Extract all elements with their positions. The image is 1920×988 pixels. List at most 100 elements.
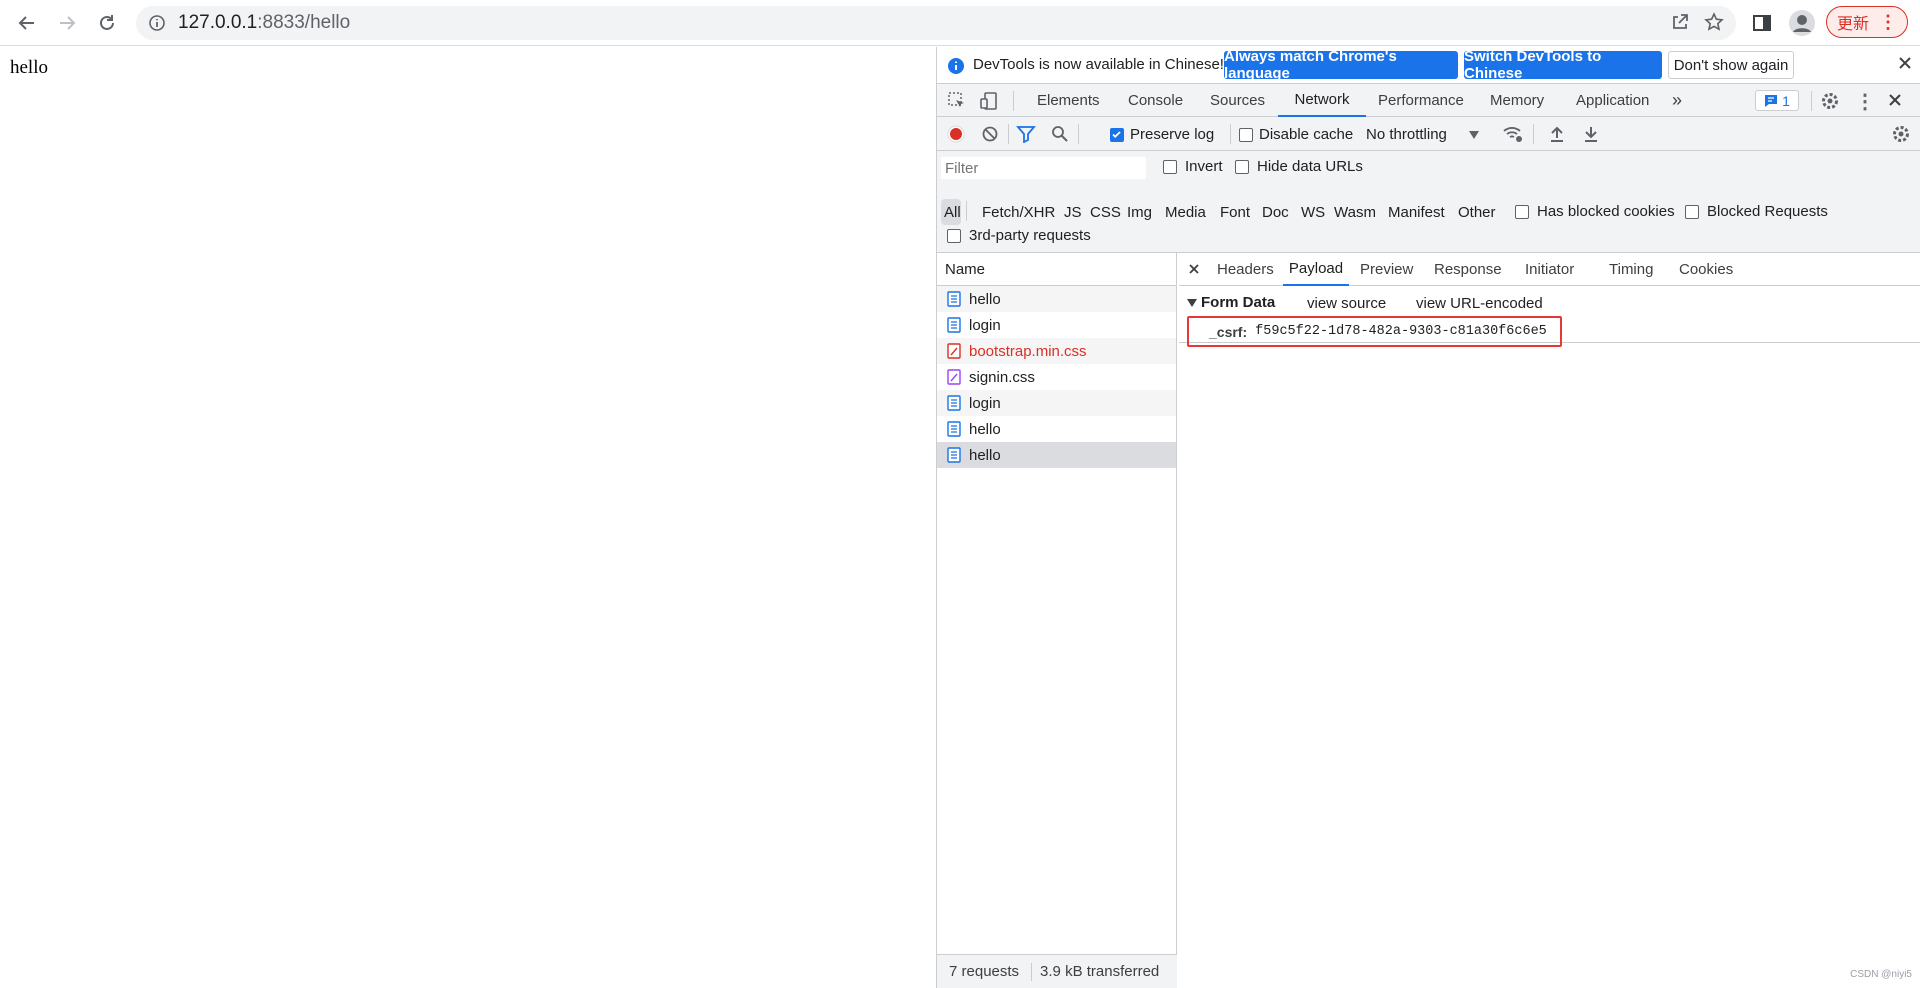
detail-tab-headers[interactable]: Headers bbox=[1217, 253, 1274, 286]
type-filter-wasm[interactable]: Wasm bbox=[1334, 204, 1376, 221]
search-button[interactable] bbox=[1051, 125, 1069, 143]
address-bar[interactable]: 127.0.0.1:8833/hello bbox=[136, 6, 1736, 40]
request-row[interactable]: signin.css bbox=[937, 364, 1176, 390]
detail-tab-initiator[interactable]: Initiator bbox=[1525, 253, 1574, 286]
document-icon bbox=[947, 291, 961, 307]
network-conditions-button[interactable] bbox=[1502, 124, 1524, 144]
url-host: 127.0.0.1 bbox=[178, 12, 258, 33]
checkbox-unchecked[interactable] bbox=[947, 228, 961, 243]
disable-cache-checkbox[interactable]: Disable cache bbox=[1239, 126, 1353, 143]
switch-chinese-button[interactable]: Switch DevTools to Chinese bbox=[1464, 48, 1662, 82]
type-filter-img[interactable]: Img bbox=[1127, 204, 1152, 221]
import-har-button[interactable] bbox=[1549, 125, 1565, 143]
triangle-down-icon bbox=[1187, 298, 1197, 307]
request-row[interactable]: hello bbox=[937, 286, 1176, 312]
request-row[interactable]: bootstrap.min.css bbox=[937, 338, 1176, 364]
issues-counter[interactable]: 1 bbox=[1755, 90, 1799, 111]
more-vert-icon: ⋮ bbox=[1879, 12, 1897, 32]
back-button[interactable] bbox=[12, 8, 42, 38]
detail-tab-cookies[interactable]: Cookies bbox=[1679, 253, 1733, 286]
star-icon bbox=[1704, 12, 1724, 31]
divider bbox=[1008, 124, 1009, 144]
record-button[interactable] bbox=[947, 125, 965, 143]
forward-button[interactable] bbox=[52, 8, 82, 38]
preserve-log-checkbox[interactable]: Preserve log bbox=[1110, 126, 1214, 143]
upload-icon bbox=[1551, 126, 1563, 142]
request-row[interactable]: hello bbox=[937, 442, 1176, 468]
type-filter-css[interactable]: CSS bbox=[1090, 204, 1121, 221]
checkbox-unchecked[interactable] bbox=[1685, 204, 1699, 219]
customize-menu-button[interactable]: ⋮ bbox=[1855, 89, 1875, 114]
share-button[interactable] bbox=[1670, 12, 1690, 32]
checkbox-unchecked[interactable] bbox=[1239, 127, 1253, 142]
close-devtools-button[interactable] bbox=[1887, 92, 1903, 108]
update-button[interactable]: 更新 ⋮ bbox=[1826, 6, 1908, 38]
request-row[interactable]: login bbox=[937, 390, 1176, 416]
type-filter-all[interactable]: All bbox=[944, 204, 961, 221]
export-har-button[interactable] bbox=[1583, 125, 1599, 143]
request-name: hello bbox=[969, 290, 1001, 308]
type-filter-other[interactable]: Other bbox=[1458, 204, 1496, 221]
throttling-select[interactable]: No throttling bbox=[1366, 126, 1479, 143]
type-filter-js[interactable]: JS bbox=[1064, 204, 1082, 221]
third-party-requests-checkbox[interactable]: 3rd-party requests bbox=[947, 227, 1091, 244]
detail-tab-timing[interactable]: Timing bbox=[1609, 253, 1653, 286]
detail-tab-response[interactable]: Response bbox=[1434, 253, 1502, 286]
side-panel-button[interactable] bbox=[1752, 13, 1772, 33]
watermark: CSDN @niyi5 bbox=[1850, 969, 1912, 980]
checkbox-unchecked[interactable] bbox=[1163, 159, 1177, 174]
document-icon bbox=[947, 317, 961, 333]
device-toolbar-button[interactable] bbox=[979, 91, 999, 111]
detail-tab-payload[interactable]: Payload bbox=[1283, 253, 1349, 286]
hide-data-urls-checkbox[interactable]: Hide data URLs bbox=[1235, 158, 1363, 175]
divider bbox=[1230, 124, 1231, 144]
download-icon bbox=[1585, 127, 1597, 142]
clear-icon bbox=[982, 126, 998, 142]
invert-checkbox[interactable]: Invert bbox=[1163, 158, 1223, 175]
form-data-toggle[interactable]: Form Data bbox=[1187, 294, 1275, 311]
reload-button[interactable] bbox=[92, 8, 122, 38]
view-source-link[interactable]: view source bbox=[1307, 295, 1386, 312]
type-filter-manifest[interactable]: Manifest bbox=[1388, 204, 1445, 221]
request-row[interactable]: login bbox=[937, 312, 1176, 338]
dont-show-again-button[interactable]: Don't show again bbox=[1668, 51, 1794, 79]
filter-input[interactable] bbox=[941, 157, 1146, 179]
type-filter-doc[interactable]: Doc bbox=[1262, 204, 1289, 221]
tab-console[interactable]: Console bbox=[1128, 84, 1183, 117]
type-filter-media[interactable]: Media bbox=[1165, 204, 1206, 221]
wifi-settings-icon bbox=[1503, 127, 1522, 142]
csrf-field-row[interactable]: _csrf: f59c5f22-1d78-482a-9303-c81a30f6c… bbox=[1187, 316, 1562, 347]
tab-elements[interactable]: Elements bbox=[1037, 84, 1100, 117]
name-column-header[interactable]: Name bbox=[937, 253, 1176, 286]
checkbox-unchecked[interactable] bbox=[1235, 159, 1249, 174]
profile-button[interactable] bbox=[1788, 9, 1816, 37]
type-filter-fetch-xhr[interactable]: Fetch/XHR bbox=[982, 204, 1055, 221]
checkbox-checked[interactable] bbox=[1110, 127, 1124, 142]
checkbox-unchecked[interactable] bbox=[1515, 204, 1529, 219]
network-settings-button[interactable] bbox=[1891, 124, 1911, 144]
match-language-button[interactable]: Always match Chrome's language bbox=[1224, 48, 1458, 82]
filter-toggle-button[interactable] bbox=[1016, 125, 1036, 143]
tab-memory[interactable]: Memory bbox=[1490, 84, 1544, 117]
type-filter-ws[interactable]: WS bbox=[1301, 204, 1325, 221]
type-filter-font[interactable]: Font bbox=[1220, 204, 1250, 221]
inspect-element-button[interactable] bbox=[947, 91, 967, 111]
detail-tab-preview[interactable]: Preview bbox=[1360, 253, 1413, 286]
info-icon[interactable] bbox=[148, 14, 166, 32]
tab-network[interactable]: Network bbox=[1278, 84, 1366, 117]
gear-icon bbox=[1893, 126, 1909, 142]
clear-button[interactable] bbox=[981, 125, 999, 143]
tab-application[interactable]: Application bbox=[1576, 84, 1649, 117]
request-row[interactable]: hello bbox=[937, 416, 1176, 442]
tab-performance[interactable]: Performance bbox=[1378, 84, 1464, 117]
more-tabs-button[interactable]: » bbox=[1672, 84, 1682, 117]
blocked-requests-checkbox[interactable]: Blocked Requests bbox=[1685, 203, 1828, 220]
bookmark-button[interactable] bbox=[1704, 12, 1724, 32]
close-infobar-button[interactable] bbox=[1897, 55, 1913, 71]
view-url-encoded-link[interactable]: view URL-encoded bbox=[1416, 295, 1543, 312]
close-detail-button[interactable] bbox=[1187, 262, 1201, 276]
has-blocked-cookies-checkbox[interactable]: Has blocked cookies bbox=[1515, 203, 1675, 220]
settings-button[interactable] bbox=[1820, 91, 1840, 111]
close-icon bbox=[1899, 57, 1911, 69]
tab-sources[interactable]: Sources bbox=[1210, 84, 1265, 117]
